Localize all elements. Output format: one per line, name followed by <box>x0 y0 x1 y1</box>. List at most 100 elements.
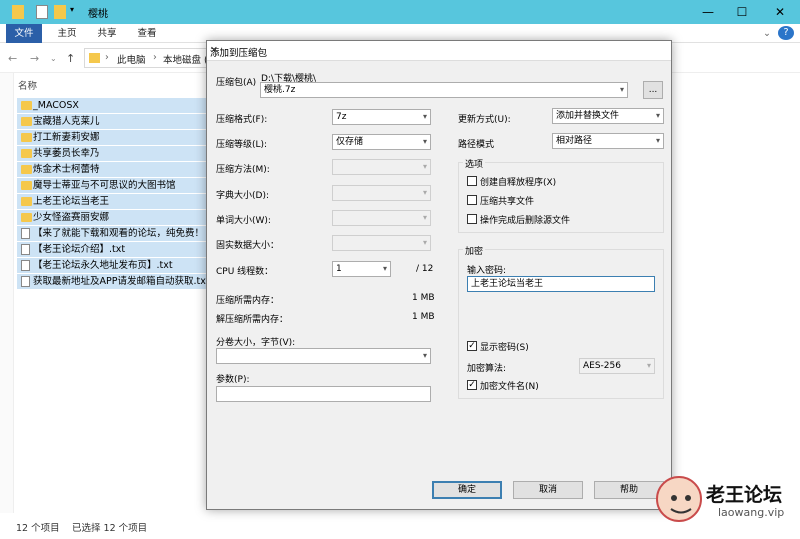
file-row[interactable]: 【老王论坛介绍】.txt <box>17 242 208 258</box>
dialog-title-bar: 添加到压缩包 ✕ <box>207 41 671 61</box>
minimize-icon[interactable]: — <box>692 0 724 24</box>
explorer-title-bar: ▾ 樱桃 — ☐ ✕ <box>0 0 800 24</box>
file-row[interactable]: 炼金术士柯蕾特 <box>17 162 208 178</box>
file-row[interactable]: 共享萎员长幸乃 <box>17 146 208 162</box>
watermark-text: 老王论坛 <box>706 484 783 506</box>
word-size-combo[interactable]: ▾ <box>332 210 431 226</box>
encryption-method-combo[interactable]: AES-256 ▾ <box>579 358 655 374</box>
column-header-name[interactable]: 名称 <box>18 78 208 94</box>
file-row[interactable]: 少女怪盗赛丽安娜 <box>17 210 208 226</box>
split-volume-combo[interactable]: ▾ <box>216 348 431 364</box>
parameters-input[interactable] <box>216 386 431 402</box>
show-password-label: 显示密码(S) <box>480 343 529 353</box>
back-icon[interactable]: ← <box>8 52 17 65</box>
new-folder-icon[interactable] <box>54 5 66 19</box>
folder-icon <box>21 149 32 158</box>
format-combo[interactable]: 7z ▾ <box>332 109 431 125</box>
encryption-method-label: 加密算法: <box>467 364 507 374</box>
options-title: 选项 <box>463 157 486 170</box>
password-input[interactable]: 上老王论坛当老王 <box>467 276 655 292</box>
text-file-icon <box>21 228 30 239</box>
close-icon[interactable]: ✕ <box>764 0 796 24</box>
delete-after-checkbox[interactable] <box>467 214 477 224</box>
file-list: _MACOSX 宝藏猎人克莱儿 打工新妻莉安娜共享萎员长幸乃 炼金术士柯蕾特魔导士蒂亚… <box>17 98 208 290</box>
ribbon-expand-icon[interactable]: ⌄ <box>760 24 774 43</box>
file-row[interactable]: 宝藏猎人克莱儿 <box>17 114 208 130</box>
screen: ▾ 樱桃 — ☐ ✕ 文件 主页 共享 查看 ⌄ ? ← → ⌄ ↑ › 此电脑… <box>0 0 800 539</box>
status-selected-count: 已选择 12 个项目 <box>72 523 148 534</box>
text-file-icon <box>21 244 30 255</box>
file-row[interactable]: _MACOSX <box>17 98 208 114</box>
forward-icon[interactable]: → <box>30 52 39 65</box>
watermark: 老王论坛 laowang.vip <box>650 474 798 536</box>
level-label: 压缩等级(L): <box>216 140 268 150</box>
file-name: 打工新妻莉安娜 <box>33 132 100 143</box>
chevron-down-icon: ▾ <box>422 162 427 171</box>
file-name: 魔导士蒂亚与不可思议的大图书馆 <box>33 180 176 191</box>
method-combo[interactable]: ▾ <box>332 159 431 175</box>
encrypt-names-label: 加密文件名(N) <box>480 382 539 392</box>
threads-combo[interactable]: 1 ▾ <box>332 261 391 277</box>
recent-locations-icon[interactable]: ⌄ <box>50 54 57 63</box>
dictionary-label: 字典大小(D): <box>216 191 269 201</box>
parameters-label: 参数(P): <box>216 375 250 385</box>
show-password-checkbox[interactable]: ✓ <box>467 341 477 351</box>
threads-max: / 12 <box>416 264 434 274</box>
file-name: 【来了就能下载和观看的论坛，纯免费！ <box>33 228 205 239</box>
file-name: 宝藏猎人克莱儿 <box>33 116 100 127</box>
dictionary-combo[interactable]: ▾ <box>332 185 431 201</box>
customize-qat-icon[interactable]: ▾ <box>70 5 78 19</box>
chevron-down-icon: ▾ <box>422 188 427 197</box>
archive-name-combo[interactable]: 樱桃.7z ▾ <box>260 82 628 98</box>
shared-files-checkbox[interactable] <box>467 195 477 205</box>
compress-memory-value: 1 MB <box>412 293 435 303</box>
chevron-right-icon: › <box>153 52 157 63</box>
navigation-pane[interactable] <box>0 73 14 513</box>
chevron-down-icon: ▾ <box>422 238 427 247</box>
maximize-icon[interactable]: ☐ <box>726 0 758 24</box>
browse-button[interactable]: ... <box>643 81 663 99</box>
file-row[interactable]: 获取最新地址及APP请发邮箱自动获取.txt <box>17 274 208 290</box>
tab-home[interactable]: 主页 <box>50 24 84 43</box>
decompress-memory-value: 1 MB <box>412 312 435 322</box>
cancel-button[interactable]: 取消 <box>513 481 583 499</box>
path-mode-combo[interactable]: 相对路径 ▾ <box>552 133 664 149</box>
ok-button[interactable]: 确定 <box>432 481 502 499</box>
solid-block-combo[interactable]: ▾ <box>332 235 431 251</box>
update-mode-combo[interactable]: 添加并替换文件 ▾ <box>552 108 664 124</box>
file-row[interactable]: 【老王论坛永久地址发布页】.txt <box>17 258 208 274</box>
encryption-method-value: AES-256 <box>583 361 621 371</box>
update-mode-value: 添加并替换文件 <box>556 111 620 121</box>
chevron-down-icon: ▾ <box>655 136 660 145</box>
encrypt-names-checkbox[interactable]: ✓ <box>467 380 477 390</box>
breadcrumb-this-pc[interactable]: 此电脑 <box>117 52 146 66</box>
file-row[interactable]: 魔导士蒂亚与不可思议的大图书馆 <box>17 178 208 194</box>
properties-icon[interactable] <box>36 5 48 19</box>
shared-files-label: 压缩共享文件 <box>480 197 535 207</box>
sfx-checkbox[interactable] <box>467 176 477 186</box>
up-icon[interactable]: ↑ <box>66 52 75 65</box>
file-name: 少女怪盗赛丽安娜 <box>33 212 110 223</box>
chevron-right-icon: › <box>105 52 109 63</box>
close-icon[interactable]: ✕ <box>210 45 665 56</box>
chevron-down-icon: ▾ <box>422 351 427 360</box>
path-mode-value: 相对路径 <box>556 136 593 146</box>
folder-icon <box>21 165 32 174</box>
file-row[interactable]: 打工新妻莉安娜 <box>17 130 208 146</box>
add-to-archive-dialog: 添加到压缩包 ✕ 压缩包(A) D:\下载\樱桃\ 樱桃.7z ▾ ... 压缩… <box>206 40 672 510</box>
tab-share[interactable]: 共享 <box>90 24 124 43</box>
tab-file[interactable]: 文件 <box>6 24 42 43</box>
folder-icon <box>12 5 24 19</box>
level-combo[interactable]: 仅存储 ▾ <box>332 134 431 150</box>
file-row[interactable]: 上老王论坛当老王 <box>17 194 208 210</box>
status-item-count: 12 个项目 <box>16 523 60 534</box>
solid-block-label: 固实数据大小： <box>216 241 280 251</box>
method-label: 压缩方法(M): <box>216 165 270 175</box>
format-value: 7z <box>336 112 347 122</box>
file-row[interactable]: 【来了就能下载和观看的论坛，纯免费！ <box>17 226 208 242</box>
help-icon[interactable]: ? <box>778 26 794 40</box>
chevron-down-icon: ▾ <box>422 137 427 146</box>
format-label: 压缩格式(F): <box>216 115 268 125</box>
sfx-label: 创建自释放程序(X) <box>480 178 557 188</box>
tab-view[interactable]: 查看 <box>130 24 164 43</box>
